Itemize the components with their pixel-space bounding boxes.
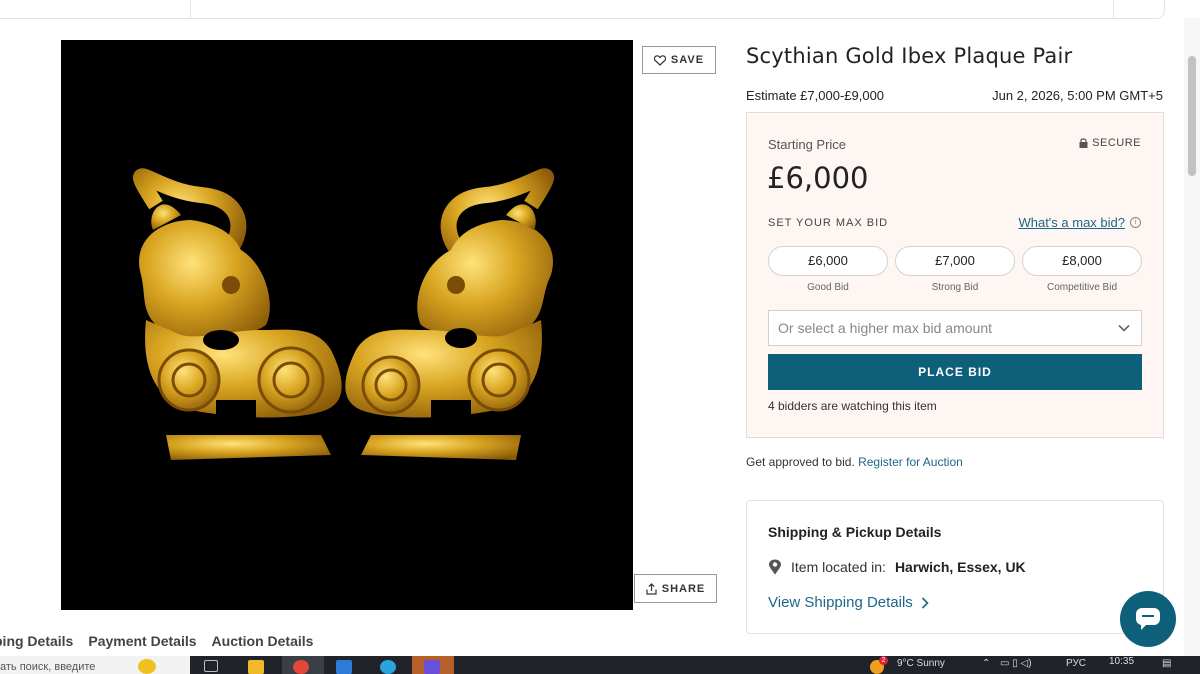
starting-price-label: Starting Price bbox=[768, 137, 847, 152]
auction-date: Jun 2, 2026, 5:00 PM GMT+5 bbox=[992, 88, 1163, 103]
map-pin-icon bbox=[769, 559, 781, 575]
left-ibex-plaque bbox=[132, 168, 342, 460]
max-bid-help-text: What's a max bid? bbox=[1018, 215, 1125, 230]
chat-bubble-icon bbox=[1136, 608, 1160, 630]
browser-top-strip bbox=[0, 0, 1165, 19]
share-icon bbox=[646, 582, 657, 595]
place-bid-button[interactable]: PLACE BID bbox=[768, 354, 1142, 390]
weather-sun-icon bbox=[138, 659, 156, 674]
max-bid-select[interactable]: Or select a higher max bid amount bbox=[768, 310, 1142, 346]
tab-auction-details[interactable]: Auction Details bbox=[212, 633, 314, 649]
clock[interactable]: 10:35 bbox=[1109, 656, 1134, 667]
taskbar-search-input[interactable]: ать поиск, введите bbox=[0, 656, 190, 674]
share-label: SHARE bbox=[661, 582, 706, 595]
tab-payment-details[interactable]: Payment Details bbox=[88, 633, 196, 649]
info-icon: i bbox=[1130, 217, 1141, 228]
right-ibex-plaque bbox=[345, 168, 555, 460]
chrome-icon[interactable] bbox=[293, 660, 309, 674]
watchers-count: 4 bidders are watching this item bbox=[768, 399, 937, 413]
app-icon[interactable] bbox=[336, 660, 352, 674]
notifications-icon[interactable]: ▤ bbox=[1162, 658, 1171, 669]
bid-options: £6,000 Good Bid £7,000 Strong Bid £8,000… bbox=[768, 246, 1142, 293]
divider bbox=[190, 0, 191, 18]
bid-option-chip[interactable]: £6,000 bbox=[768, 246, 888, 276]
bid-option-chip[interactable]: £8,000 bbox=[1022, 246, 1142, 276]
view-shipping-details-link[interactable]: View Shipping Details bbox=[768, 594, 929, 611]
item-location-label: Item located in: bbox=[791, 559, 886, 575]
approval-text: Get approved to bid. bbox=[746, 455, 855, 469]
bid-panel: Starting Price SECURE £6,000 SET YOUR MA… bbox=[746, 112, 1164, 438]
gold-ibex-plaques-image bbox=[132, 168, 555, 460]
bid-option: £7,000 Strong Bid bbox=[895, 246, 1015, 293]
approval-note: Get approved to bid. Register for Auctio… bbox=[746, 455, 963, 469]
lot-title: Scythian Gold Ibex Plaque Pair bbox=[746, 44, 1073, 68]
tab-shipping-details[interactable]: ping Details bbox=[0, 633, 73, 649]
shipping-title: Shipping & Pickup Details bbox=[768, 524, 942, 540]
share-button[interactable]: SHARE bbox=[634, 574, 717, 603]
lot-detail-tabs: ping Details Payment Details Auction Det… bbox=[0, 633, 313, 649]
telegram-icon[interactable] bbox=[380, 660, 396, 674]
taskbar-weather: 9°C Sunny bbox=[897, 658, 945, 669]
bid-option-caption: Competitive Bid bbox=[1046, 282, 1118, 293]
item-location-value: Harwich, Essex, UK bbox=[894, 559, 1026, 575]
tray-icons[interactable]: ▭ ▯ ◁) bbox=[1000, 658, 1032, 669]
secure-label: SECURE bbox=[1092, 137, 1141, 149]
starting-price: £6,000 bbox=[767, 161, 869, 195]
max-bid-select-placeholder: Or select a higher max bid amount bbox=[778, 320, 992, 336]
os-taskbar: ать поиск, введите 2 9°C Sunny ⌃ ▭ ▯ ◁) … bbox=[0, 656, 1200, 674]
bid-option-caption: Good Bid bbox=[807, 282, 849, 293]
register-for-auction-link[interactable]: Register for Auction bbox=[858, 455, 963, 469]
lot-estimate: Estimate £7,000-£9,000 bbox=[746, 88, 885, 103]
page-scrollbar[interactable] bbox=[1184, 18, 1200, 656]
task-view-icon[interactable] bbox=[204, 660, 218, 672]
language-indicator[interactable]: РУС bbox=[1066, 658, 1086, 669]
bid-option-caption: Strong Bid bbox=[931, 282, 979, 293]
chevron-down-icon bbox=[1118, 324, 1130, 332]
shipping-card: Shipping & Pickup Details Item located i… bbox=[746, 500, 1164, 634]
tray-chevron-icon[interactable]: ⌃ bbox=[982, 658, 990, 669]
item-location: Item located in: Harwich, Essex, UK bbox=[768, 559, 1026, 575]
max-bid-label: SET YOUR MAX BID bbox=[768, 217, 889, 229]
save-button[interactable]: SAVE bbox=[642, 46, 716, 74]
notification-badge: 2 bbox=[879, 656, 888, 665]
max-bid-help-link[interactable]: What's a max bid? i bbox=[1018, 215, 1141, 230]
lock-icon bbox=[1079, 138, 1088, 148]
save-label: SAVE bbox=[670, 54, 705, 66]
bid-option: £8,000 Competitive Bid bbox=[1022, 246, 1142, 293]
divider bbox=[1113, 0, 1114, 18]
scrollbar-thumb[interactable] bbox=[1188, 56, 1196, 176]
bid-option: £6,000 Good Bid bbox=[768, 246, 888, 293]
view-shipping-details-text: View Shipping Details bbox=[768, 594, 913, 611]
secure-badge: SECURE bbox=[1079, 137, 1141, 149]
heart-icon bbox=[653, 54, 666, 66]
teams-icon[interactable] bbox=[424, 660, 440, 674]
product-image[interactable] bbox=[61, 40, 633, 610]
file-explorer-icon[interactable] bbox=[248, 660, 264, 674]
chevron-right-icon bbox=[921, 596, 929, 609]
chat-button[interactable] bbox=[1120, 591, 1176, 647]
bid-option-chip[interactable]: £7,000 bbox=[895, 246, 1015, 276]
